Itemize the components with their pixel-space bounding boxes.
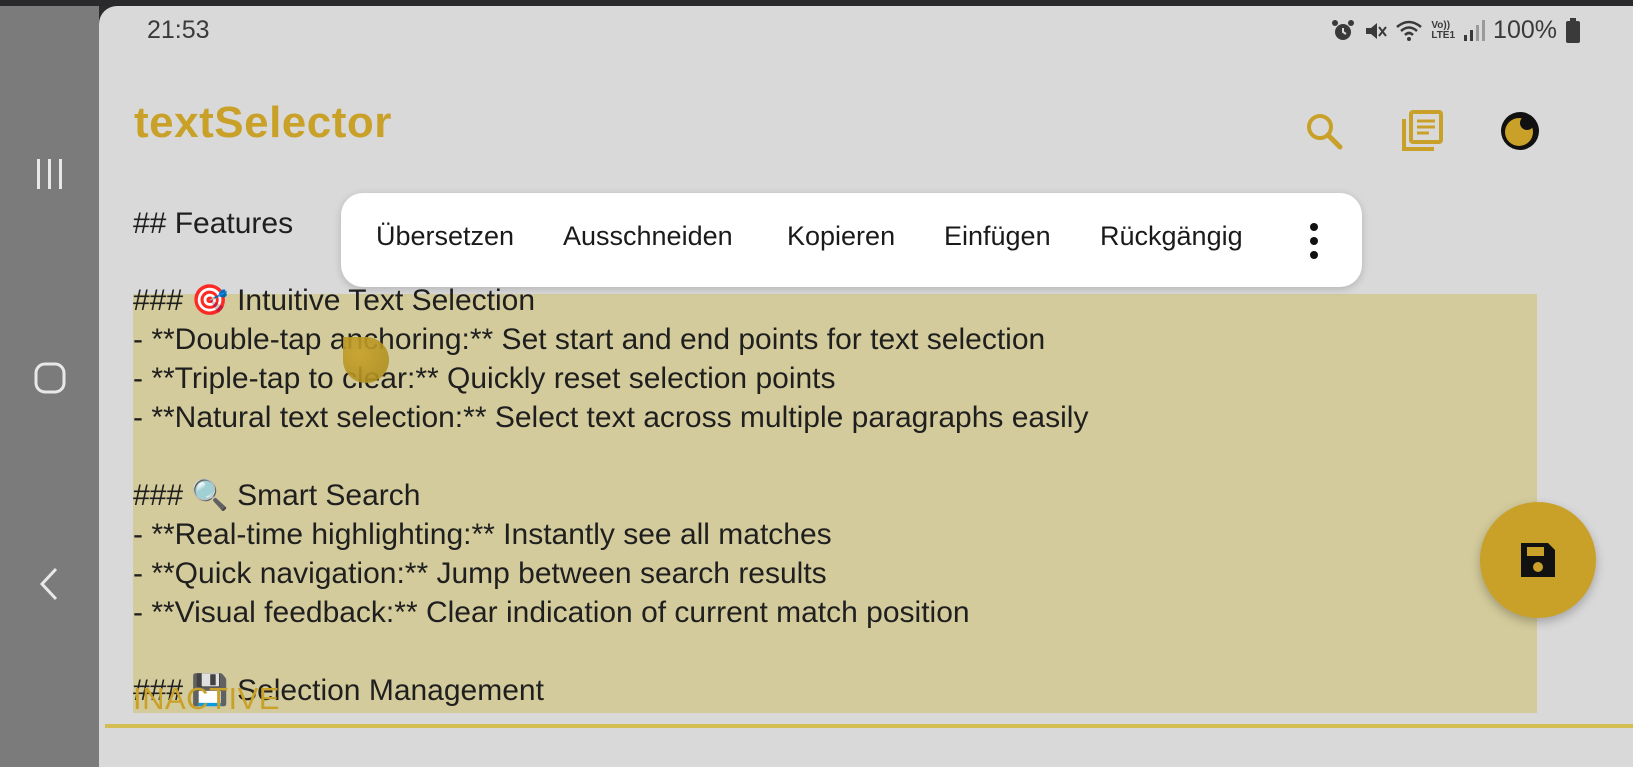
theme-toggle-icon [1501, 112, 1539, 150]
editor-line-6[interactable]: ### 🔍 Smart Search [133, 476, 420, 516]
alarm-icon [1332, 19, 1355, 40]
editor-bottom-underline [105, 724, 1633, 728]
theme-toggle-button[interactable] [1495, 106, 1545, 156]
menu-more-button[interactable] [1299, 221, 1329, 261]
status-time: 21:53 [147, 16, 210, 44]
editor-line-5[interactable]: - **Natural text selection:** Select tex… [133, 398, 1088, 438]
home-icon [34, 362, 65, 394]
editor-line-1[interactable]: ## Features [133, 204, 293, 244]
more-vertical-icon [1310, 223, 1318, 259]
save-icon [1521, 543, 1555, 577]
wifi-icon [1396, 20, 1423, 41]
status-icons: Vo)) LTE1 100% [1331, 16, 1581, 45]
system-navigation-bar [0, 6, 99, 767]
status-bar: 21:53 Vo)) LTE1 100% [99, 6, 1633, 52]
back-button[interactable] [0, 554, 99, 614]
search-button[interactable] [1299, 106, 1349, 156]
lte-label: LTE1 [1431, 29, 1456, 41]
back-icon [39, 567, 57, 601]
network-type: Vo)) LTE1 [1431, 19, 1456, 41]
documents-button[interactable] [1397, 106, 1447, 156]
signal-icon [1464, 19, 1486, 41]
editor-line-2[interactable]: ### 🎯 Intuitive Text Selection [133, 281, 535, 321]
save-button[interactable] [1480, 502, 1596, 618]
app-screen: 21:53 Vo)) LTE1 100% textSelector ## Fea… [99, 6, 1633, 767]
menu-paste[interactable]: Einfügen [944, 221, 1051, 252]
inactive-status-overlay: INACTIVE [133, 681, 280, 716]
text-context-menu: Übersetzen Ausschneiden Kopieren Einfüge… [341, 193, 1362, 287]
home-button[interactable] [0, 348, 99, 408]
recent-apps-button[interactable] [0, 144, 99, 204]
menu-undo[interactable]: Rückgängig [1100, 221, 1243, 252]
menu-translate[interactable]: Übersetzen [376, 221, 514, 252]
menu-copy[interactable]: Kopieren [787, 221, 895, 252]
volte-label: Vo)) [1431, 19, 1451, 31]
editor-line-8[interactable]: - **Quick navigation:** Jump between sea… [133, 554, 827, 594]
editor-line-4[interactable]: - **Triple-tap to clear:** Quickly reset… [133, 359, 836, 399]
editor-line-9[interactable]: - **Visual feedback:** Clear indication … [133, 593, 970, 633]
search-icon [1307, 114, 1343, 150]
battery-percent: 100% [1493, 16, 1557, 44]
selection-handle[interactable] [343, 337, 389, 383]
editor-line-3[interactable]: - **Double-tap anchoring:** Set start an… [133, 320, 1045, 360]
recent-apps-icon [36, 159, 62, 189]
editor-line-7[interactable]: - **Real-time highlighting:** Instantly … [133, 515, 832, 555]
battery-icon [1566, 17, 1580, 43]
menu-cut[interactable]: Ausschneiden [563, 221, 733, 252]
app-title: textSelector [134, 98, 392, 147]
documents-icon [1402, 110, 1443, 151]
mute-icon [1366, 22, 1388, 39]
